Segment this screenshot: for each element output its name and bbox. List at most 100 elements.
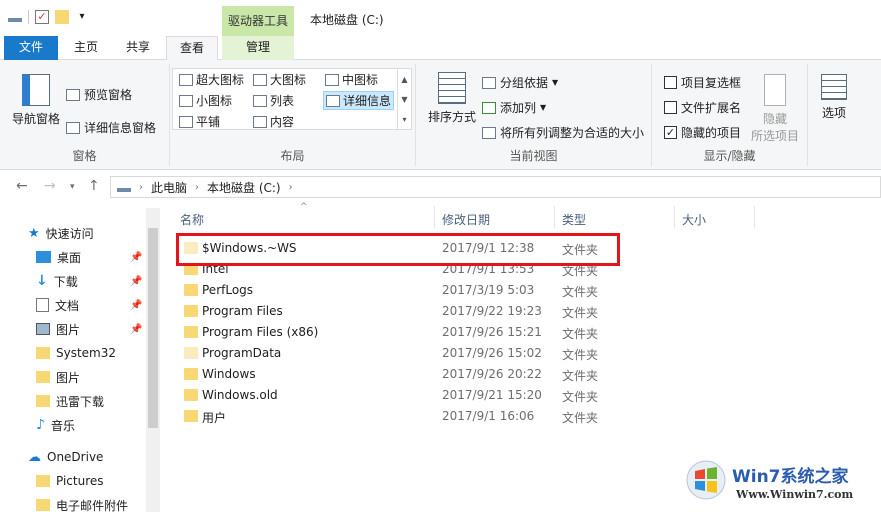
hidden-items-checkbox[interactable]: ✓ <box>664 126 677 139</box>
layout-gallery-scroll[interactable]: ▲ ▼ ▾ <box>397 69 411 129</box>
forward-arrow-icon[interactable]: → <box>44 178 56 194</box>
layout-tiles[interactable]: 平铺 <box>179 113 220 130</box>
nav-item-label: 迅雷下载 <box>56 394 105 409</box>
pin-icon: 📌 <box>130 276 143 287</box>
item-checkboxes-toggle[interactable]: 项目复选框 <box>664 74 741 91</box>
sort-by-button[interactable]: 排序方式 <box>424 72 480 125</box>
item-checkboxes-checkbox[interactable] <box>664 76 677 89</box>
options-label: 选项 <box>821 106 846 120</box>
nav-item-xunlei-downloads[interactable]: 迅雷下载 <box>36 392 104 410</box>
hide-selected-button[interactable]: 隐藏 所选项目 <box>746 74 804 144</box>
layout-medium-icons[interactable]: 中图标 <box>325 71 378 88</box>
table-row[interactable]: PerfLogs 2017/3/19 5:03 文件夹 <box>170 280 881 301</box>
recent-locations-icon[interactable]: ▾ <box>70 182 75 192</box>
tab-share[interactable]: 共享 <box>114 36 162 60</box>
address-bar-row: ← → ▾ ↑ › 此电脑 › 本地磁盘 (C:) › <box>0 170 881 204</box>
sort-by-label: 排序方式 <box>427 110 476 124</box>
nav-item-label: Pictures <box>56 474 104 488</box>
column-divider[interactable] <box>754 206 755 228</box>
layout-details[interactable]: 详细信息 <box>323 91 395 110</box>
column-header-size[interactable]: 大小 <box>682 211 706 228</box>
tab-manage[interactable]: 管理 <box>222 36 294 60</box>
star-icon: ★ <box>28 225 40 241</box>
table-row[interactable]: Program Files 2017/9/22 19:23 文件夹 <box>170 301 881 322</box>
watermark-url: Www.Winwin7.com <box>736 488 854 501</box>
nav-item-onedrive-pictures[interactable]: Pictures <box>36 472 104 490</box>
nav-item-music[interactable]: ♪ 音乐 <box>36 416 75 434</box>
folder-icon <box>184 410 198 422</box>
nav-item-pictures[interactable]: 图片 <box>36 320 80 338</box>
back-arrow-icon[interactable]: ← <box>16 178 28 194</box>
breadcrumb-local-disk[interactable]: 本地磁盘 (C:) <box>207 179 281 196</box>
preview-pane-button[interactable]: 预览窗格 <box>66 86 132 103</box>
column-divider[interactable] <box>674 206 675 228</box>
add-columns-button[interactable]: 添加列 ▼ <box>482 99 546 116</box>
nav-item-downloads[interactable]: ↓ 下载 <box>36 272 78 290</box>
address-bar[interactable]: › 此电脑 › 本地磁盘 (C:) › <box>110 176 881 198</box>
nav-item-desktop[interactable]: 桌面 <box>36 248 81 266</box>
column-divider[interactable] <box>554 206 555 228</box>
table-row[interactable]: Windows 2017/9/26 20:22 文件夹 <box>170 364 881 385</box>
chevron-down-icon: ▼ <box>540 103 547 112</box>
tab-file[interactable]: 文件 <box>4 36 58 60</box>
nav-pane-button[interactable]: 导航窗格 <box>8 74 64 127</box>
chevron-right-icon[interactable]: › <box>139 182 143 193</box>
column-divider[interactable] <box>434 206 435 228</box>
content-label: 内容 <box>270 115 295 129</box>
medium-icons-label: 中图标 <box>342 73 379 87</box>
nav-item-label: 图片 <box>56 322 81 337</box>
size-columns-button[interactable]: 将所有列调整为合适的大小 <box>482 124 644 141</box>
nav-quick-access[interactable]: ★ 快速访问 <box>28 224 94 242</box>
new-folder-icon[interactable] <box>55 10 69 24</box>
group-by-button[interactable]: 分组依据 ▼ <box>482 74 558 91</box>
scroll-up-icon[interactable]: ▲ <box>401 75 407 84</box>
toolbar-separator <box>28 10 29 24</box>
nav-item-documents[interactable]: 文档 <box>36 296 79 314</box>
tab-home[interactable]: 主页 <box>62 36 110 60</box>
folder-icon <box>184 368 198 380</box>
windows-logo-icon <box>686 460 726 500</box>
medium-icons-icon <box>325 73 339 86</box>
file-extensions-checkbox[interactable] <box>664 101 677 114</box>
nav-onedrive-label: OneDrive <box>47 450 104 464</box>
nav-item-email-attachments[interactable]: 电子邮件附件 <box>36 496 128 512</box>
options-button[interactable]: 选项 <box>814 74 854 121</box>
table-row[interactable]: ProgramData 2017/9/26 15:02 文件夹 <box>170 343 881 364</box>
group-label-panes: 窗格 <box>72 149 97 163</box>
properties-icon[interactable]: ✓ <box>35 10 49 24</box>
column-header-name[interactable]: 名称 <box>180 211 204 228</box>
nav-pane-scroll-thumb[interactable] <box>148 228 158 428</box>
layout-small-icons[interactable]: 小图标 <box>179 92 232 109</box>
chevron-right-icon[interactable]: › <box>195 182 199 193</box>
table-row[interactable]: Windows.old 2017/9/21 15:20 文件夹 <box>170 385 881 406</box>
layout-extra-large-icons[interactable]: 超大图标 <box>179 71 244 88</box>
gallery-expand-icon[interactable]: ▾ <box>402 115 406 124</box>
sort-by-icon <box>438 72 466 104</box>
customize-toolbar-icon[interactable]: ▾ <box>75 10 89 24</box>
table-row[interactable]: Program Files (x86) 2017/9/26 15:21 文件夹 <box>170 322 881 343</box>
nav-onedrive[interactable]: ☁ OneDrive <box>28 448 103 466</box>
layout-content[interactable]: 内容 <box>253 113 294 130</box>
column-header-modified[interactable]: 修改日期 <box>442 211 490 228</box>
scroll-down-icon[interactable]: ▼ <box>401 95 407 104</box>
nav-item-pictures-folder[interactable]: 图片 <box>36 368 80 386</box>
details-pane-button[interactable]: 详细信息窗格 <box>66 119 156 136</box>
file-name: Program Files (x86) <box>202 325 319 339</box>
drive-icon <box>117 182 131 192</box>
chevron-right-icon[interactable]: › <box>289 182 293 193</box>
nav-item-label: 桌面 <box>57 250 82 265</box>
layout-large-icons[interactable]: 大图标 <box>253 71 306 88</box>
group-label-layout: 布局 <box>280 149 305 163</box>
preview-pane-icon <box>66 88 80 101</box>
list-label: 列表 <box>270 94 295 108</box>
hidden-items-toggle[interactable]: ✓ 隐藏的项目 <box>664 124 741 141</box>
table-row[interactable]: 用户 2017/9/1 16:06 文件夹 <box>170 406 881 427</box>
nav-item-system32[interactable]: System32 <box>36 344 116 362</box>
column-header-type[interactable]: 类型 <box>562 211 586 228</box>
tab-view[interactable]: 查看 <box>166 36 218 61</box>
drive-tools-header: 驱动器工具 <box>222 6 294 36</box>
file-extensions-toggle[interactable]: 文件扩展名 <box>664 99 741 116</box>
up-arrow-icon[interactable]: ↑ <box>88 178 100 194</box>
layout-list[interactable]: 列表 <box>253 92 294 109</box>
breadcrumb-this-pc[interactable]: 此电脑 <box>151 179 187 196</box>
